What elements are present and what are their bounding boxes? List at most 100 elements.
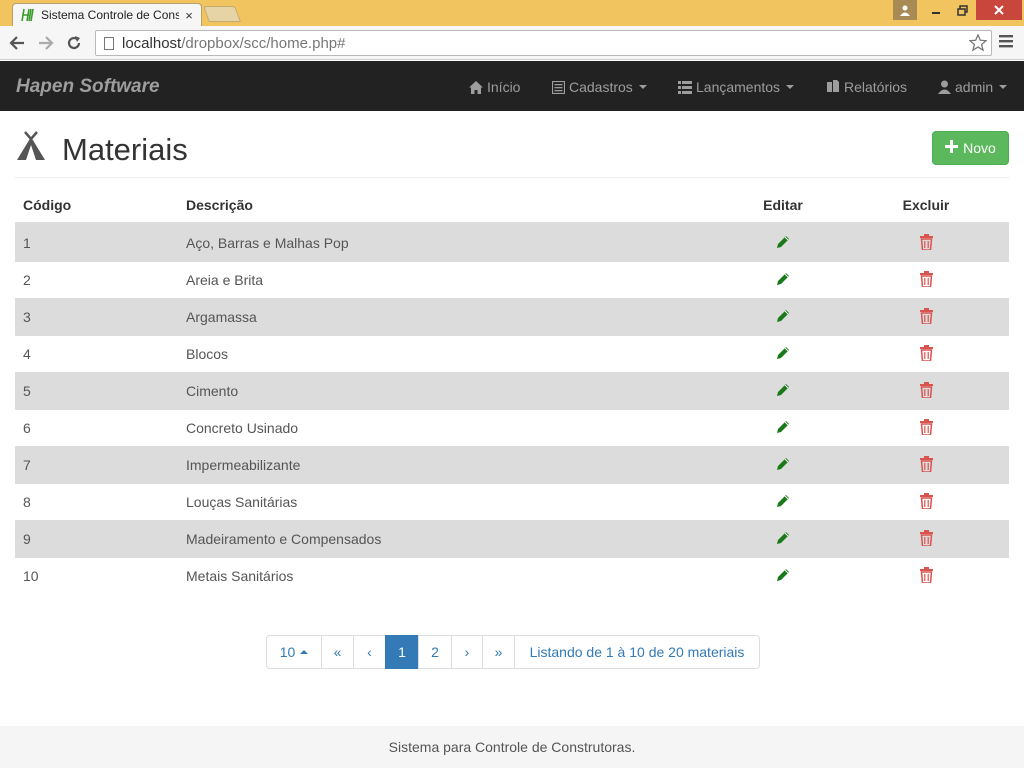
- cell-description: Blocos: [186, 346, 229, 362]
- minimize-button[interactable]: [924, 0, 948, 20]
- brand-logo[interactable]: Hapen Software: [16, 76, 160, 98]
- nav-item-inicio[interactable]: Início: [469, 78, 520, 96]
- cell-delete: [843, 418, 1009, 438]
- list-alt-icon: [552, 80, 565, 94]
- pencil-icon[interactable]: [776, 235, 790, 252]
- list-icon: [678, 80, 692, 94]
- cell-edit: [723, 235, 843, 252]
- cell-delete: [843, 492, 1009, 512]
- tab-title: Sistema Controle de Cons: [41, 8, 179, 22]
- pencil-icon[interactable]: [776, 309, 790, 326]
- page-2-button[interactable]: 2: [418, 635, 452, 669]
- pencil-icon[interactable]: [776, 494, 790, 511]
- user-icon: [938, 80, 951, 94]
- user-icon[interactable]: [893, 0, 917, 20]
- pencil-icon[interactable]: [776, 531, 790, 548]
- tent-icon: [15, 131, 47, 161]
- pencil-icon[interactable]: [776, 420, 790, 437]
- nav-item-label: Lançamentos: [696, 79, 781, 95]
- cell-delete: [843, 455, 1009, 475]
- trash-icon[interactable]: [919, 418, 933, 438]
- page-footer: Sistema para Controle de Construtoras.: [0, 726, 1024, 768]
- nav-item-label: Relatórios: [844, 79, 908, 95]
- star-icon[interactable]: [968, 33, 988, 57]
- pencil-icon[interactable]: [776, 346, 790, 363]
- pencil-icon[interactable]: [776, 383, 790, 400]
- url-path: /dropbox/scc/home.php#: [181, 34, 346, 52]
- nav-item-label: Início: [487, 79, 521, 95]
- page-size-selector[interactable]: 10: [266, 635, 322, 669]
- column-header-code[interactable]: Código: [15, 197, 178, 213]
- page-header: Materiais Novo: [15, 128, 1009, 178]
- last-page-button[interactable]: »: [482, 635, 515, 669]
- table-header: Código Descrição Editar Excluir: [15, 187, 1009, 224]
- cell-description: Cimento: [186, 383, 239, 399]
- home-icon: [469, 80, 483, 94]
- cell-edit: [723, 272, 843, 289]
- cell-edit: [723, 309, 843, 326]
- cell-delete: [843, 307, 1009, 327]
- table-row: 9 Madeiramento e Compensados: [15, 520, 1009, 557]
- prev-page-button[interactable]: ‹: [353, 635, 386, 669]
- cell-code: 1: [23, 235, 31, 251]
- trash-icon[interactable]: [919, 566, 933, 586]
- restore-button[interactable]: [950, 0, 974, 20]
- nav-item-label: admin: [955, 79, 994, 95]
- trash-icon[interactable]: [919, 492, 933, 512]
- favicon-icon: [21, 8, 35, 22]
- cell-code: 6: [23, 420, 31, 436]
- page-1-button[interactable]: 1: [385, 635, 419, 669]
- trash-icon[interactable]: [919, 455, 933, 475]
- first-page-button[interactable]: «: [321, 635, 354, 669]
- trash-icon[interactable]: [919, 529, 933, 549]
- browser-toolbar: localhost/dropbox/scc/home.php#: [0, 26, 1024, 60]
- cell-delete: [843, 344, 1009, 364]
- column-header-delete: Excluir: [902, 196, 950, 213]
- table-row: 7 Impermeabilizante: [15, 446, 1009, 483]
- back-arrow-icon[interactable]: [5, 31, 29, 55]
- cell-edit: [723, 457, 843, 474]
- column-header-description[interactable]: Descrição: [178, 197, 723, 213]
- cell-description: Madeiramento e Compensados: [186, 531, 382, 547]
- pencil-icon[interactable]: [776, 457, 790, 474]
- address-bar[interactable]: localhost/dropbox/scc/home.php#: [95, 30, 992, 56]
- pencil-icon[interactable]: [776, 568, 790, 585]
- nav-item-admin[interactable]: admin: [938, 78, 1008, 96]
- page-icon: [104, 36, 114, 50]
- trash-icon[interactable]: [919, 270, 933, 290]
- nav-item-cadastros[interactable]: Cadastros: [552, 78, 647, 96]
- forward-arrow-icon[interactable]: [34, 31, 58, 55]
- nav-item-relatorios[interactable]: Relatórios: [826, 78, 907, 96]
- cell-code: 8: [23, 494, 31, 510]
- cell-edit: [723, 568, 843, 585]
- nav-item-lancamentos[interactable]: Lançamentos: [678, 78, 795, 96]
- chevron-down-icon: [786, 85, 795, 89]
- cell-edit: [723, 531, 843, 548]
- cell-edit: [723, 494, 843, 511]
- next-page-button[interactable]: ›: [451, 635, 483, 669]
- trash-icon[interactable]: [919, 307, 933, 327]
- app-navbar: Hapen Software Início Cadastros Lançamen…: [0, 61, 1024, 111]
- cell-description: Aço, Barras e Malhas Pop: [186, 235, 349, 251]
- cell-code: 7: [23, 457, 31, 473]
- pencil-icon[interactable]: [776, 272, 790, 289]
- table-row: 6 Concreto Usinado: [15, 409, 1009, 446]
- new-material-button[interactable]: Novo: [932, 131, 1009, 165]
- trash-icon[interactable]: [919, 381, 933, 401]
- tab-close-icon[interactable]: ×: [183, 8, 195, 23]
- cell-description: Metais Sanitários: [186, 568, 294, 584]
- browser-tab[interactable]: Sistema Controle de Cons ×: [12, 3, 202, 26]
- menu-icon[interactable]: [999, 34, 1015, 52]
- reload-icon[interactable]: [62, 31, 86, 55]
- trash-icon[interactable]: [919, 233, 933, 253]
- table-row: 2 Areia e Brita: [15, 261, 1009, 298]
- cell-delete: [843, 233, 1009, 253]
- pagination-summary: Listando de 1 à 10 de 20 materiais: [514, 635, 760, 669]
- cell-delete: [843, 270, 1009, 290]
- pagination: 10 « ‹ 1 2 › » Listando de 1 à 10 de 20 …: [266, 635, 760, 669]
- close-window-button[interactable]: [976, 0, 1022, 20]
- cell-description: Louças Sanitárias: [186, 494, 298, 510]
- trash-icon[interactable]: [919, 344, 933, 364]
- new-tab-button[interactable]: [203, 6, 241, 22]
- table-row: 1 Aço, Barras e Malhas Pop: [15, 224, 1009, 261]
